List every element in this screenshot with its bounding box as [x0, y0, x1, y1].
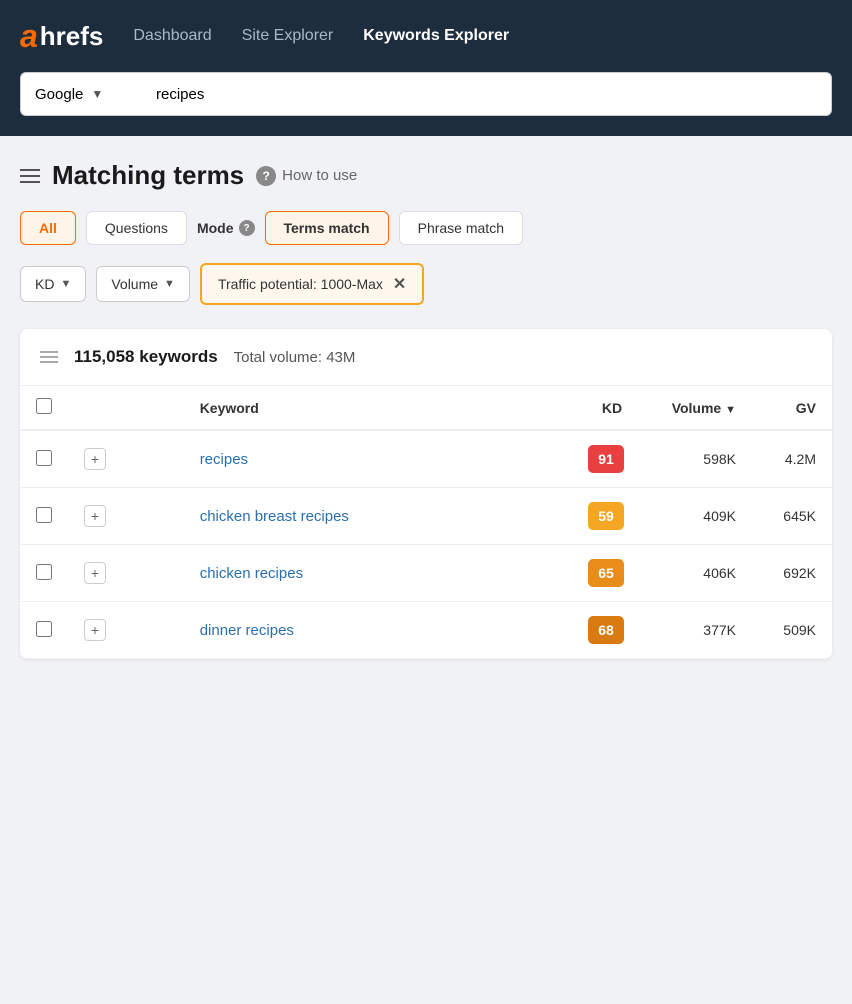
row-volume-cell: 377K — [652, 602, 752, 659]
row-checkbox-1[interactable] — [36, 507, 52, 523]
row-kd-cell: 65 — [572, 545, 652, 602]
filter-tabs-row: All Questions Mode ? Terms match Phrase … — [20, 211, 832, 245]
table-row: + chicken recipes 65 406K 692K — [20, 545, 832, 602]
keyword-link-0[interactable]: recipes — [200, 451, 248, 468]
how-to-use-button[interactable]: ? How to use — [256, 166, 357, 186]
results-menu-icon[interactable] — [40, 351, 58, 363]
mode-help-icon: ? — [239, 220, 255, 236]
tab-questions[interactable]: Questions — [86, 211, 187, 245]
row-checkbox-cell — [20, 545, 68, 602]
volume-dropdown[interactable]: Volume ▼ — [96, 266, 190, 302]
row-checkbox-2[interactable] — [36, 564, 52, 580]
row-kd-cell: 68 — [572, 602, 652, 659]
tab-terms-match[interactable]: Terms match — [265, 211, 389, 245]
row-gv-cell: 4.2M — [752, 430, 832, 488]
search-engine-dropdown[interactable]: Google ▼ — [20, 72, 140, 116]
mode-label: Mode ? — [197, 220, 255, 236]
volume-label: Volume — [111, 276, 158, 292]
results-summary-row: 115,058 keywords Total volume: 43M — [20, 329, 832, 386]
header-keyword: Keyword — [184, 386, 572, 430]
help-circle-icon: ? — [256, 166, 276, 186]
header-volume[interactable]: Volume ▼ — [652, 386, 752, 430]
search-input[interactable] — [140, 72, 832, 116]
header-kd[interactable]: KD — [572, 386, 652, 430]
page-title: Matching terms — [52, 160, 244, 191]
traffic-filter-pill: Traffic potential: 1000-Max ✕ — [200, 263, 424, 305]
traffic-filter-label: Traffic potential: 1000-Max — [218, 276, 383, 292]
page-title-row: Matching terms ? How to use — [20, 160, 832, 191]
nav-site-explorer[interactable]: Site Explorer — [242, 23, 334, 49]
results-total-volume: Total volume: 43M — [234, 349, 356, 366]
keyword-link-2[interactable]: chicken recipes — [200, 565, 303, 582]
row-add-cell: + — [68, 488, 184, 545]
row-volume-cell: 406K — [652, 545, 752, 602]
row-kd-cell: 91 — [572, 430, 652, 488]
row-checkbox-cell — [20, 602, 68, 659]
tab-phrase-match[interactable]: Phrase match — [399, 211, 523, 245]
volume-chevron-icon: ▼ — [164, 278, 175, 290]
how-to-use-label: How to use — [282, 167, 357, 184]
tab-all[interactable]: All — [20, 211, 76, 245]
sidebar-toggle-icon[interactable] — [20, 169, 40, 183]
row-keyword-cell: chicken recipes — [184, 545, 572, 602]
row-keyword-cell: chicken breast recipes — [184, 488, 572, 545]
logo-hrefs: hrefs — [40, 23, 104, 49]
row-gv-cell: 645K — [752, 488, 832, 545]
kd-label: KD — [35, 276, 54, 292]
header-gv[interactable]: GV — [752, 386, 832, 430]
kd-chevron-icon: ▼ — [60, 278, 71, 290]
row-add-button-3[interactable]: + — [84, 619, 106, 641]
nav-dashboard[interactable]: Dashboard — [133, 23, 211, 49]
row-checkbox-3[interactable] — [36, 621, 52, 637]
row-gv-cell: 692K — [752, 545, 832, 602]
logo[interactable]: a hrefs — [20, 20, 103, 52]
kd-badge-2: 65 — [588, 559, 624, 587]
kd-dropdown[interactable]: KD ▼ — [20, 266, 86, 302]
keyword-link-3[interactable]: dinner recipes — [200, 622, 294, 639]
header-add-col — [68, 386, 184, 430]
row-keyword-cell: dinner recipes — [184, 602, 572, 659]
row-gv-cell: 509K — [752, 602, 832, 659]
row-add-cell: + — [68, 545, 184, 602]
select-all-checkbox[interactable] — [36, 398, 52, 414]
row-checkbox-cell — [20, 430, 68, 488]
kd-badge-3: 68 — [588, 616, 624, 644]
row-volume-cell: 598K — [652, 430, 752, 488]
results-count: 115,058 keywords — [74, 347, 218, 367]
table-row: + dinner recipes 68 377K 509K — [20, 602, 832, 659]
row-volume-cell: 409K — [652, 488, 752, 545]
top-navigation: a hrefs Dashboard Site Explorer Keywords… — [0, 0, 852, 72]
results-panel: 115,058 keywords Total volume: 43M Keywo… — [20, 329, 832, 659]
header-checkbox-cell — [20, 386, 68, 430]
traffic-filter-close-button[interactable]: ✕ — [393, 274, 406, 294]
table-row: + chicken breast recipes 59 409K 645K — [20, 488, 832, 545]
row-kd-cell: 59 — [572, 488, 652, 545]
nav-keywords-explorer[interactable]: Keywords Explorer — [363, 23, 509, 49]
keyword-link-1[interactable]: chicken breast recipes — [200, 508, 349, 525]
filter-controls-row: KD ▼ Volume ▼ Traffic potential: 1000-Ma… — [20, 263, 832, 305]
table-row: + recipes 91 598K 4.2M — [20, 430, 832, 488]
row-add-button-0[interactable]: + — [84, 448, 106, 470]
volume-sort-icon: ▼ — [725, 404, 736, 416]
row-checkbox-cell — [20, 488, 68, 545]
kd-badge-0: 91 — [588, 445, 624, 473]
row-keyword-cell: recipes — [184, 430, 572, 488]
table-body: + recipes 91 598K 4.2M + chicken breast … — [20, 430, 832, 659]
logo-a: a — [20, 20, 38, 52]
row-add-button-2[interactable]: + — [84, 562, 106, 584]
row-add-cell: + — [68, 602, 184, 659]
engine-chevron-icon: ▼ — [91, 87, 103, 101]
row-checkbox-0[interactable] — [36, 450, 52, 466]
search-engine-label: Google — [35, 86, 83, 103]
row-add-cell: + — [68, 430, 184, 488]
search-bar-area: Google ▼ — [0, 72, 852, 136]
table-header-row: Keyword KD Volume ▼ GV — [20, 386, 832, 430]
main-content: Matching terms ? How to use All Question… — [0, 136, 852, 683]
row-add-button-1[interactable]: + — [84, 505, 106, 527]
keywords-table: Keyword KD Volume ▼ GV + recipes — [20, 386, 832, 659]
kd-badge-1: 59 — [588, 502, 624, 530]
